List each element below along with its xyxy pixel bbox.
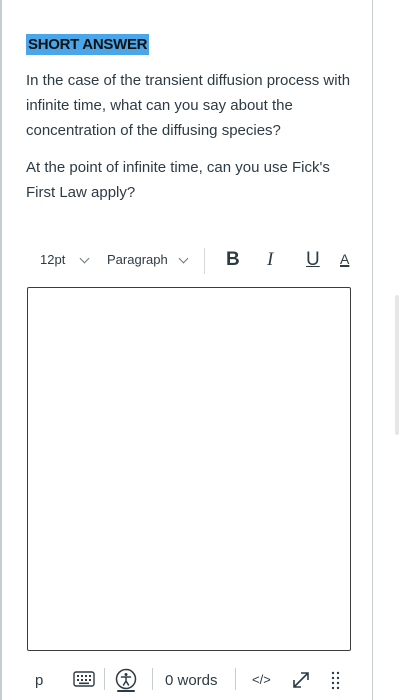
answer-editor[interactable] <box>27 287 351 651</box>
chevron-down-icon <box>178 253 189 264</box>
card-border-left <box>0 0 2 700</box>
question-type-badge: SHORT ANSWER <box>26 34 150 55</box>
fullscreen-expand-icon[interactable] <box>290 669 312 696</box>
element-path[interactable]: p <box>35 672 43 689</box>
status-divider <box>235 668 236 690</box>
accessibility-icon[interactable] <box>114 668 138 697</box>
bold-button[interactable]: B <box>226 249 240 271</box>
status-divider <box>152 668 153 690</box>
resize-handle-icon[interactable] <box>331 670 341 697</box>
html-editor-toggle[interactable]: </> <box>252 672 271 687</box>
card-border-right <box>372 0 373 700</box>
chevron-down-icon <box>79 253 90 264</box>
keyboard-icon[interactable] <box>73 671 95 692</box>
editor-statusbar: p 0 words </> <box>26 666 356 694</box>
editor-toolbar: 12pt Paragraph B I U A <box>26 246 356 276</box>
font-size-select[interactable]: 12pt <box>40 252 65 267</box>
italic-button[interactable]: I <box>267 249 273 271</box>
question-text-2: At the point of infinite time, can you u… <box>26 159 330 201</box>
toolbar-divider <box>204 248 205 274</box>
word-count[interactable]: 0 words <box>165 672 218 689</box>
question-text: In the case of the transient diffusion p… <box>26 72 351 139</box>
page-scrollbar[interactable] <box>395 295 399 435</box>
text-color-button[interactable]: A <box>340 251 349 267</box>
block-format-select[interactable]: Paragraph <box>107 252 168 267</box>
status-divider <box>104 668 105 690</box>
underline-button[interactable]: U <box>306 249 320 271</box>
